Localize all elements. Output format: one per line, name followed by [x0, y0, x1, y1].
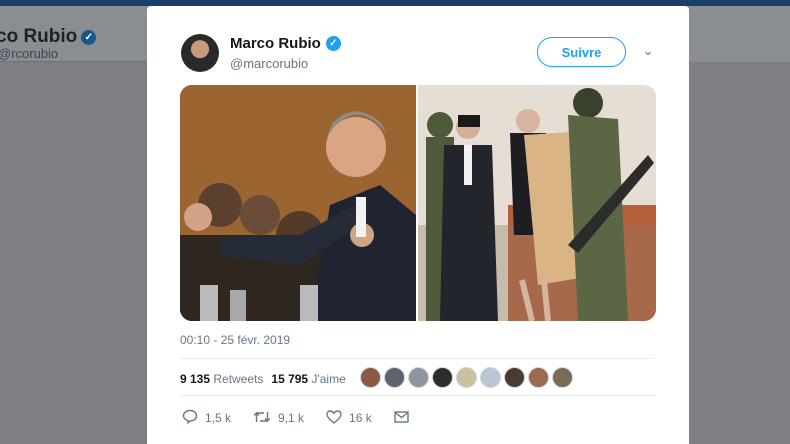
- direct-message-button[interactable]: [394, 410, 409, 426]
- tweet-photo-1[interactable]: [180, 85, 416, 321]
- like-count: 16 k: [349, 411, 372, 425]
- retweets-label: Retweets: [213, 372, 264, 386]
- retweet-icon: [253, 410, 271, 427]
- liker-avatar[interactable]: [528, 367, 549, 388]
- reply-count: 1,5 k: [205, 411, 232, 425]
- liker-avatar[interactable]: [456, 367, 477, 388]
- likes-label: J'aime: [311, 372, 346, 386]
- retweet-count: 9,1 k: [278, 411, 305, 425]
- avatar[interactable]: [181, 34, 219, 72]
- liker-avatar[interactable]: [480, 367, 501, 388]
- liker-avatar[interactable]: [384, 367, 405, 388]
- engagement-stats: 9 135 Retweets 15 795 J'aime: [180, 372, 346, 386]
- liker-avatars: [360, 367, 573, 388]
- retweets-stat[interactable]: 9 135 Retweets: [180, 372, 263, 386]
- background-right-panel: [690, 6, 790, 62]
- reply-button[interactable]: 1,5 k: [182, 409, 231, 427]
- likes-stat[interactable]: 15 795 J'aime: [271, 372, 345, 386]
- tweet-photo-2[interactable]: [418, 85, 656, 321]
- like-button[interactable]: 16 k: [326, 409, 372, 427]
- background-profile-name: co Rubio ✓: [0, 26, 97, 48]
- liker-avatar[interactable]: [432, 367, 453, 388]
- retweet-button[interactable]: 9,1 k: [253, 410, 304, 427]
- divider: [180, 395, 655, 396]
- heart-icon: [326, 409, 342, 427]
- follow-button[interactable]: Suivre: [537, 37, 626, 67]
- tweet-actions: 1,5 k 9,1 k 16 k: [182, 409, 431, 427]
- tweet-modal: Marco Rubio ✓ @marcorubio Suivre ⌄ 00:10…: [147, 6, 689, 444]
- reply-icon: [182, 409, 198, 427]
- divider: [180, 358, 655, 359]
- author-name[interactable]: Marco Rubio ✓: [230, 35, 341, 52]
- likes-count: 15 795: [271, 372, 309, 386]
- liker-avatar[interactable]: [552, 367, 573, 388]
- liker-avatar[interactable]: [360, 367, 381, 388]
- photo-speaker-illustration: [180, 85, 416, 321]
- verified-badge-icon: ✓: [81, 29, 97, 45]
- retweets-count: 9 135: [180, 372, 211, 386]
- verified-badge-icon: ✓: [325, 36, 341, 51]
- author-handle[interactable]: @marcorubio: [230, 56, 308, 71]
- tweet-timestamp[interactable]: 00:10 - 25 févr. 2019: [180, 333, 290, 347]
- liker-avatar[interactable]: [504, 367, 525, 388]
- background-profile-handle: @rcorubio: [0, 46, 59, 61]
- liker-avatar[interactable]: [408, 367, 429, 388]
- photo-arrest-illustration: [418, 85, 656, 321]
- envelope-icon: [394, 410, 409, 426]
- chevron-down-icon[interactable]: ⌄: [641, 44, 655, 58]
